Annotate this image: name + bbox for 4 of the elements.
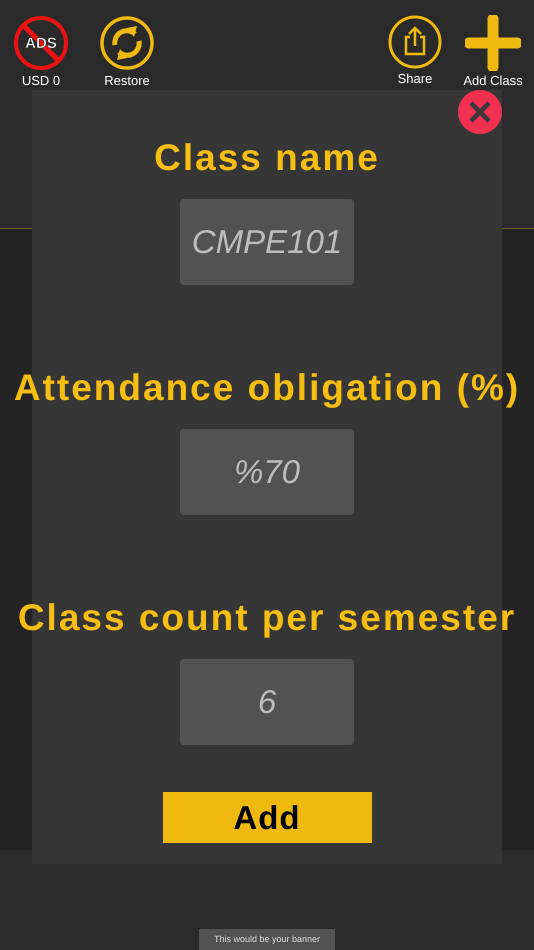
ad-banner: This would be your banner — [199, 929, 335, 950]
field-label: Attendance obligation (%) — [14, 366, 520, 410]
field-label: Class name — [154, 136, 380, 180]
field-label: Class count per semester — [18, 596, 516, 640]
